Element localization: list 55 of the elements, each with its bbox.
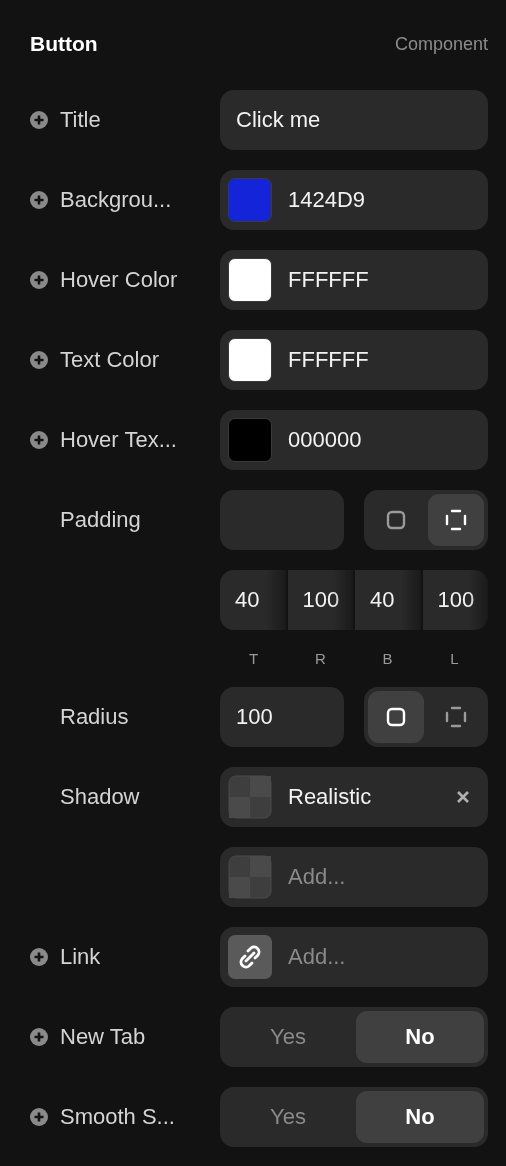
property-label: Smooth S... [60,1104,175,1130]
property-label: Link [60,944,101,970]
color-swatch[interactable] [228,258,272,302]
individual-mode-button[interactable] [428,494,484,546]
checker-icon [228,775,272,819]
property-label: Backgrou... [60,187,172,213]
add-icon[interactable] [30,1028,48,1046]
add-icon[interactable] [30,431,48,449]
side-label: R [314,650,327,667]
link-field[interactable]: Add... [220,927,488,987]
checker-icon [228,855,272,899]
color-field[interactable]: 000000 [220,410,488,470]
square-icon [386,707,406,727]
property-label: New Tab [60,1024,146,1050]
property-label: Text Color [60,347,160,373]
add-icon[interactable] [30,351,48,369]
property-label: Hover Tex... [60,427,177,453]
padding-field[interactable] [220,490,344,550]
color-field[interactable]: FFFFFF [220,250,488,310]
add-icon[interactable] [30,948,48,966]
toggle-option[interactable]: Yes [224,1091,352,1143]
shadow-field[interactable]: Realistic [220,767,488,827]
color-swatch[interactable] [228,338,272,382]
side-value-field[interactable]: 40 [220,570,286,630]
add-icon[interactable] [30,191,48,209]
link-icon [228,935,272,979]
toggle-option[interactable]: No [356,1091,484,1143]
color-swatch[interactable] [228,178,272,222]
property-label: Title [60,107,101,133]
color-field[interactable]: 1424D9 [220,170,488,230]
toggle-option[interactable]: No [356,1011,484,1063]
square-icon [386,510,406,530]
side-label: T [247,650,260,667]
toggle-option[interactable]: Yes [224,1011,352,1063]
add-icon[interactable] [30,111,48,129]
radius-field[interactable]: 100 [220,687,344,747]
side-value-field[interactable]: 40 [355,570,421,630]
panel-title: Button [30,32,98,56]
side-label: L [449,650,460,667]
side-value-field[interactable]: 100 [422,570,488,630]
property-label: Hover Color [60,267,178,293]
close-icon[interactable] [456,790,470,804]
shadow-field[interactable]: Add... [220,847,488,907]
panel-subtitle: Component [394,33,488,55]
color-field[interactable]: FFFFFF [220,330,488,390]
title-field[interactable]: Click me [220,90,488,150]
side-label: B [381,650,394,667]
side-value-field[interactable]: 100 [287,570,353,630]
uniform-mode-button[interactable] [368,691,424,743]
add-icon[interactable] [30,271,48,289]
property-label: Shadow [60,784,140,810]
add-icon[interactable] [30,1108,48,1126]
property-label: Padding [60,507,141,533]
property-label: Radius [60,704,129,730]
color-swatch[interactable] [228,418,272,462]
